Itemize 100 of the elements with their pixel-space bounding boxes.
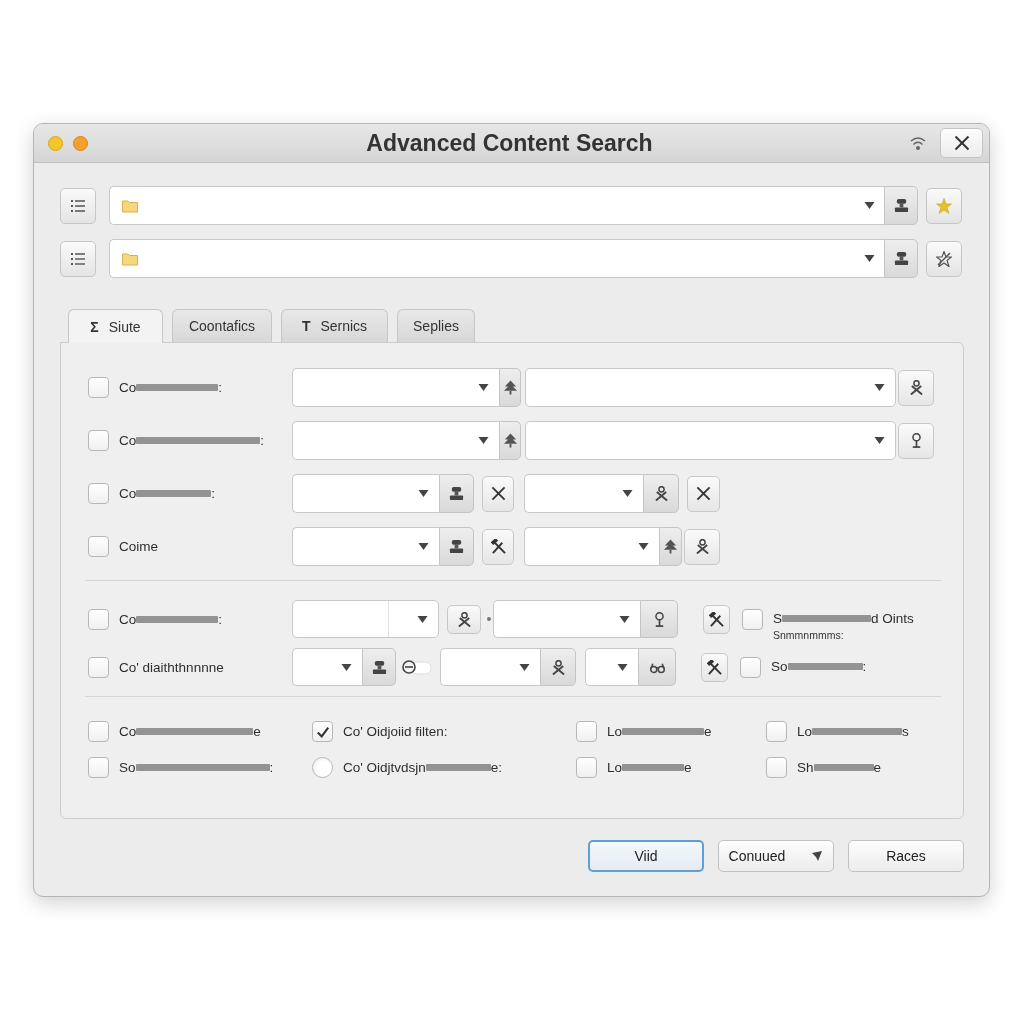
picker-button[interactable] xyxy=(540,648,576,686)
checkbox[interactable] xyxy=(88,608,109,630)
caret-icon xyxy=(478,384,489,391)
picker-button[interactable] xyxy=(362,648,396,686)
close-button[interactable] xyxy=(940,128,983,158)
star-icon xyxy=(936,250,952,267)
tree-icon xyxy=(663,539,678,554)
picker-button[interactable] xyxy=(643,474,679,513)
toggle-switch[interactable] xyxy=(402,659,432,675)
picker-button[interactable] xyxy=(640,600,678,638)
minimize-button[interactable] xyxy=(48,135,63,151)
dropdown-field[interactable] xyxy=(525,421,896,460)
label-end-text: : xyxy=(218,611,223,627)
checkbox[interactable] xyxy=(88,483,109,504)
picker-button[interactable] xyxy=(659,527,682,566)
checkbox[interactable] xyxy=(88,536,109,557)
label-end-text: : xyxy=(862,659,867,674)
tool-button[interactable] xyxy=(482,528,514,565)
label-text: S xyxy=(773,611,782,626)
label-end-text: d Oints xyxy=(871,611,914,626)
tab[interactable]: Coontafics xyxy=(172,309,272,342)
zoom-button[interactable] xyxy=(73,135,88,151)
checkbox[interactable] xyxy=(312,721,333,742)
tab[interactable]: Σ Siute xyxy=(68,309,163,343)
label-end-text: s xyxy=(902,724,909,739)
tool-button[interactable] xyxy=(898,422,934,459)
checkbox[interactable] xyxy=(88,377,109,398)
checkbox[interactable] xyxy=(88,721,109,742)
list-button[interactable] xyxy=(60,240,96,277)
dialog-button[interactable]: Viid xyxy=(588,840,704,872)
dropdown-field[interactable] xyxy=(585,648,638,686)
stamp-icon xyxy=(893,251,909,266)
tab[interactable]: Seplies xyxy=(397,309,475,342)
checkbox[interactable] xyxy=(576,721,597,742)
radio-button[interactable] xyxy=(312,757,333,778)
checkbox[interactable] xyxy=(740,656,761,678)
label-text: Lo xyxy=(607,760,623,775)
dropdown-field[interactable] xyxy=(292,474,439,513)
picker-button[interactable] xyxy=(439,527,474,566)
picker-button[interactable] xyxy=(884,239,918,278)
note-text: Snmmnmmms: xyxy=(773,629,845,641)
label-end-text: e: xyxy=(490,760,503,775)
checkbox[interactable] xyxy=(766,757,787,778)
label-text: Co' Oidjtvdsjn xyxy=(343,760,426,775)
dialog-button[interactable]: Races xyxy=(848,840,964,872)
caret-icon xyxy=(617,663,628,671)
checkbox[interactable] xyxy=(88,757,109,778)
dropdown-field[interactable] xyxy=(292,368,499,407)
label-end-text: : xyxy=(269,760,274,775)
folder-dropdown-field[interactable] xyxy=(109,186,884,225)
dialog-button[interactable]: Conuued xyxy=(718,840,834,872)
checkbox[interactable] xyxy=(742,608,763,630)
dropdown-field[interactable] xyxy=(292,527,439,566)
dropdown-field[interactable] xyxy=(292,600,439,638)
list-button[interactable] xyxy=(60,187,96,224)
tool-button[interactable] xyxy=(701,652,728,682)
tool-button[interactable] xyxy=(703,604,730,634)
checkbox[interactable] xyxy=(766,721,787,742)
checkbox[interactable] xyxy=(88,430,109,451)
tool-button[interactable] xyxy=(898,369,934,406)
figure-icon xyxy=(456,611,472,627)
tab[interactable]: T Sernics xyxy=(281,309,388,342)
caret-icon xyxy=(519,663,530,671)
label-text: So xyxy=(771,659,788,674)
stamp-icon xyxy=(449,539,464,554)
picker-button[interactable] xyxy=(884,186,918,225)
label-text: Co xyxy=(119,380,137,395)
tool-button[interactable] xyxy=(684,528,720,565)
close-icon xyxy=(696,486,711,501)
label-text: Co' Oidjoiid filten: xyxy=(343,724,448,739)
figure-icon xyxy=(908,380,924,395)
dropdown-field[interactable] xyxy=(493,600,640,638)
caret-icon xyxy=(864,255,875,262)
window-title: Advanced Content Search xyxy=(365,129,654,157)
dropdown-field[interactable] xyxy=(524,474,643,513)
stamp-icon xyxy=(893,198,909,213)
picker-button[interactable] xyxy=(499,421,521,460)
close-button[interactable] xyxy=(482,475,514,512)
tools-icon xyxy=(490,539,506,554)
caret-icon xyxy=(874,384,885,391)
caret-icon xyxy=(619,615,630,623)
close-button[interactable] xyxy=(687,475,720,512)
list-icon xyxy=(70,197,86,214)
label-text: Co' diaiththnnnne xyxy=(119,659,224,675)
tool-button[interactable] xyxy=(447,604,481,634)
folder-dropdown-field[interactable] xyxy=(109,239,884,278)
dropdown-field[interactable] xyxy=(292,648,362,686)
dropdown-field[interactable] xyxy=(292,421,499,460)
tool-button[interactable] xyxy=(926,240,962,277)
picker-button[interactable] xyxy=(638,648,676,686)
label-text: Coime xyxy=(119,539,158,554)
picker-button[interactable] xyxy=(499,368,521,407)
dropdown-field[interactable] xyxy=(524,527,659,566)
dropdown-field[interactable] xyxy=(525,368,896,407)
checkbox[interactable] xyxy=(576,757,597,778)
checkbox[interactable] xyxy=(88,656,109,678)
caret-icon xyxy=(864,202,875,209)
picker-button[interactable] xyxy=(439,474,474,513)
dropdown-field[interactable] xyxy=(440,648,540,686)
figure-icon xyxy=(653,486,669,501)
